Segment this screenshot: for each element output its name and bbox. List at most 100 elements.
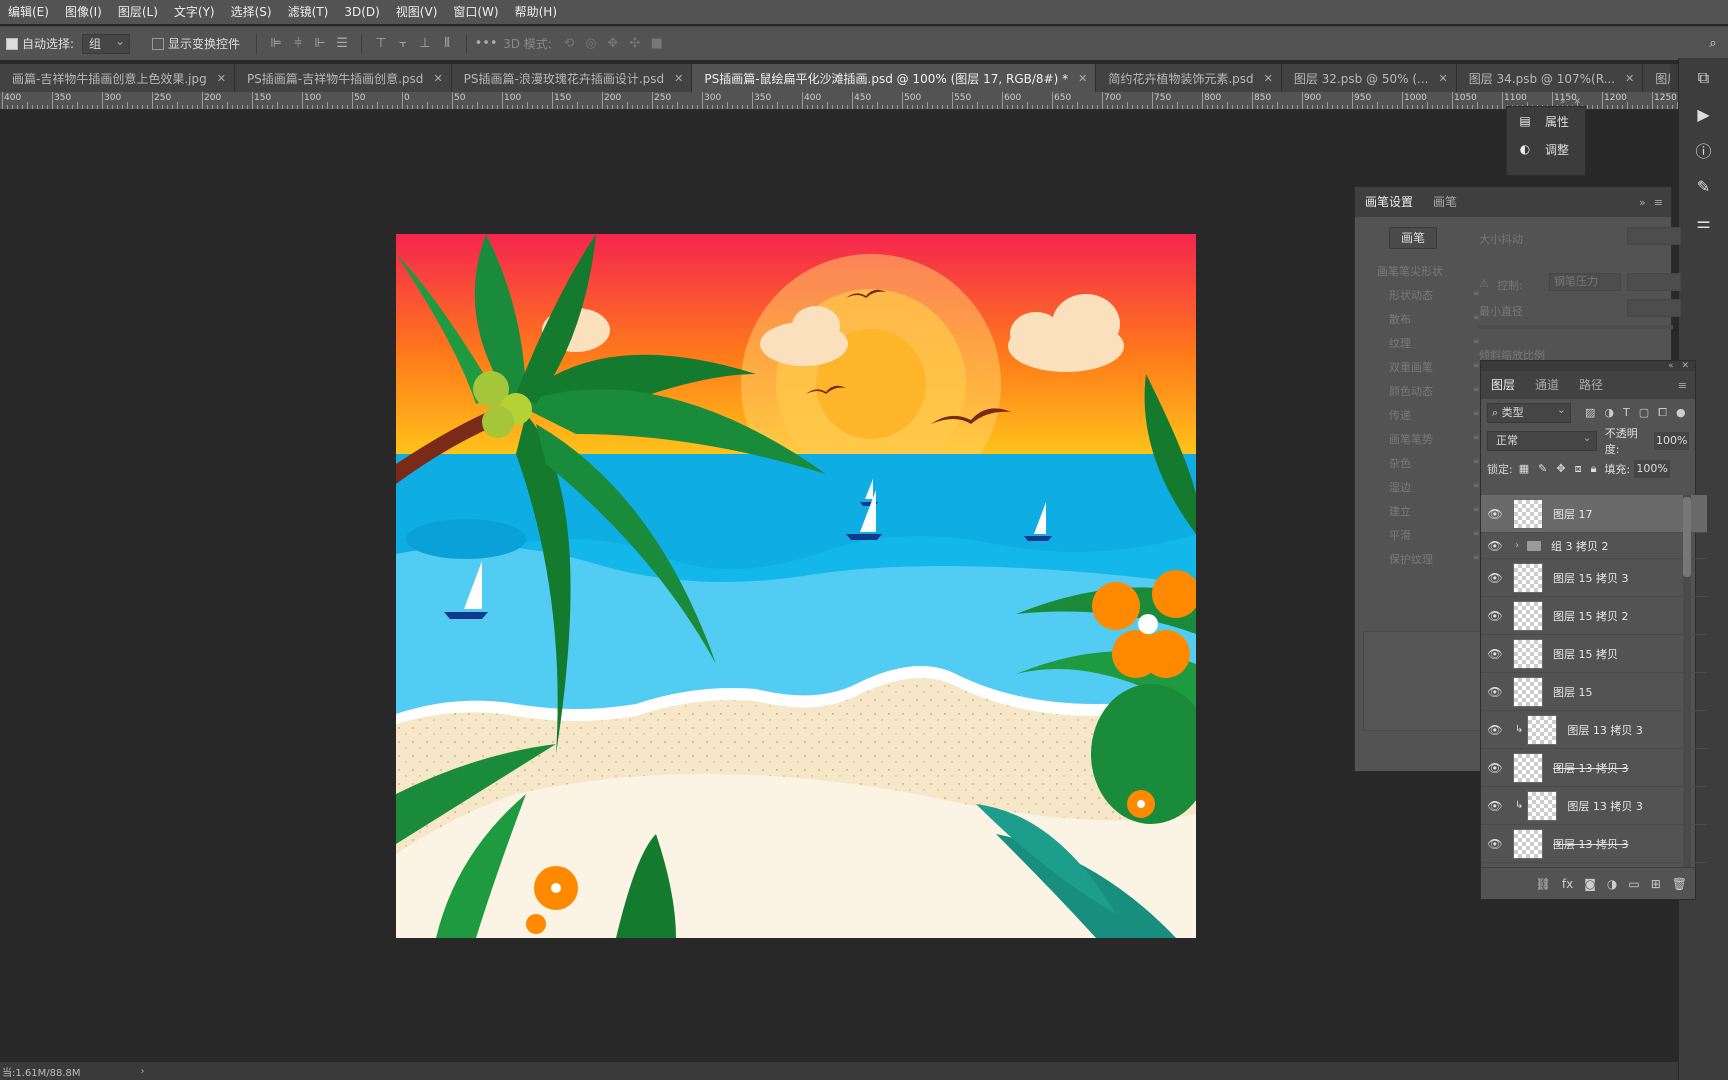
close-tab-icon[interactable]: ✕: [674, 72, 683, 85]
link-layers-icon[interactable]: ⛓: [1536, 877, 1551, 891]
visibility-eye-icon[interactable]: 👁︎: [1481, 761, 1509, 775]
menu-item[interactable]: 3D(D): [336, 0, 387, 24]
close-tab-icon[interactable]: ✕: [433, 72, 442, 85]
info-icon[interactable]: ⓘ: [1684, 134, 1724, 166]
layer-thumbnail[interactable]: [1513, 562, 1543, 593]
layer-name[interactable]: 图层 13 拷贝 3: [1567, 798, 1643, 814]
layer-name[interactable]: 图层 13 拷贝 3: [1553, 760, 1629, 776]
3d-rotate-icon[interactable]: ⟲: [558, 34, 580, 54]
layer-thumbnail[interactable]: [1513, 828, 1543, 859]
brush-option[interactable]: 双重画笔 🔒︎: [1389, 359, 1479, 375]
tab-paths[interactable]: 路径: [1569, 370, 1613, 400]
layer-thumbnail[interactable]: [1513, 600, 1543, 631]
layer-name[interactable]: 图层 13 拷贝 3: [1553, 836, 1629, 852]
canvas[interactable]: [396, 234, 1196, 938]
layer-scrollbar[interactable]: [1683, 495, 1691, 867]
lock-icon[interactable]: 🔒︎: [1474, 455, 1479, 471]
lock-position-icon[interactable]: ✥: [1556, 462, 1565, 476]
visibility-eye-icon[interactable]: 👁︎: [1481, 647, 1509, 661]
filter-shape-icon[interactable]: ▢: [1639, 406, 1649, 420]
brush-option[interactable]: 颜色动态 🔒︎: [1389, 383, 1479, 399]
document-tab[interactable]: 图层 32.psb @ 50% (... ✕: [1281, 64, 1457, 92]
layer-thumbnail[interactable]: [1513, 676, 1543, 707]
new-layer-icon[interactable]: ⊞: [1651, 877, 1661, 891]
sliders-icon[interactable]: ⚌: [1684, 206, 1724, 238]
document-tab[interactable]: PS插画篇-浪漫玫瑰花卉插画设计.psd ✕: [451, 64, 693, 92]
play-icon[interactable]: ▶: [1684, 98, 1724, 130]
brush-option[interactable]: 纹理 🔒︎: [1389, 335, 1479, 351]
menu-item[interactable]: 编辑(E): [0, 0, 57, 24]
brush-option[interactable]: 保护纹理 🔒︎: [1389, 551, 1479, 567]
lock-transparent-icon[interactable]: ▦: [1519, 462, 1529, 476]
document-tab[interactable]: 图层 34.psb @ 107%(R... ✕: [1456, 64, 1644, 92]
lock-icon[interactable]: 🔒︎: [1474, 527, 1479, 543]
lock-paint-icon[interactable]: ✎: [1538, 462, 1547, 476]
filter-pixel-icon[interactable]: ▨: [1585, 406, 1595, 420]
document-tab[interactable]: PS插画篇-吉祥物牛插画创意.psd ✕: [234, 64, 452, 92]
3d-slide-icon[interactable]: ✣: [624, 34, 646, 54]
layer-name[interactable]: 图层 15: [1553, 684, 1593, 700]
control-dropdown[interactable]: 钢笔压力: [1549, 273, 1621, 291]
layer-row[interactable]: 👁︎ 图层 15 拷贝 2: [1481, 597, 1707, 635]
adjustment-layer-icon[interactable]: ◑: [1607, 877, 1617, 891]
close-icon[interactable]: ✕: [1573, 97, 1581, 107]
auto-select-dropdown[interactable]: 组: [82, 32, 131, 54]
layer-row[interactable]: 👁︎ 图层 17: [1481, 495, 1707, 533]
control-value-field[interactable]: [1627, 273, 1681, 291]
brush-option[interactable]: 形状动态 🔒︎: [1389, 287, 1479, 303]
filter-adjustment-icon[interactable]: ◑: [1604, 406, 1614, 420]
scrollbar-thumb[interactable]: [1683, 497, 1691, 577]
align-center-icon[interactable]: ⫩: [287, 34, 309, 54]
layer-thumbnail[interactable]: [1527, 714, 1558, 745]
close-tab-icon[interactable]: ✕: [1439, 72, 1448, 85]
brush-tip-shape[interactable]: 画笔笔尖形状: [1377, 263, 1467, 279]
brush-option[interactable]: 湿边 🔒︎: [1389, 479, 1479, 495]
3d-scale-icon[interactable]: ■: [646, 34, 668, 54]
distribute-icon[interactable]: ☰: [331, 34, 353, 54]
tab-channels[interactable]: 通道: [1525, 370, 1569, 400]
search-icon[interactable]: ⌕: [1702, 34, 1724, 54]
add-mask-icon[interactable]: ◙: [1584, 877, 1596, 891]
visibility-eye-icon[interactable]: 👁︎: [1481, 609, 1509, 623]
layer-row[interactable]: 👁︎ 图层 15 拷贝 3: [1481, 559, 1707, 597]
brush-option[interactable]: 建立 🔒︎: [1389, 503, 1479, 519]
3d-roll-icon[interactable]: ◎: [580, 34, 602, 54]
align-middle-icon[interactable]: ⫟: [392, 34, 414, 54]
close-icon[interactable]: ✕: [1681, 361, 1689, 371]
menu-item[interactable]: 文字(Y): [166, 0, 223, 24]
show-transform-checkbox[interactable]: [152, 37, 165, 50]
min-diameter-slider[interactable]: [1479, 325, 1673, 329]
close-tab-icon[interactable]: ✕: [1264, 72, 1273, 85]
tab-layers[interactable]: 图层: [1481, 370, 1525, 400]
new-group-icon[interactable]: ▭: [1628, 877, 1639, 891]
layer-row[interactable]: 👁︎ 图层 13 拷贝 3: [1481, 825, 1707, 863]
layer-name[interactable]: 图层 15 拷贝 2: [1553, 608, 1629, 624]
align-left-icon[interactable]: ⊫: [265, 34, 287, 54]
brush-option[interactable]: 杂色 🔒︎: [1389, 455, 1479, 471]
lock-icon[interactable]: 🔒︎: [1474, 407, 1479, 423]
layer-thumbnail[interactable]: [1513, 752, 1543, 783]
menu-item[interactable]: 选择(S): [223, 0, 280, 24]
close-tab-icon[interactable]: ✕: [1625, 72, 1634, 85]
layer-name[interactable]: 组 3 拷贝 2: [1551, 538, 1609, 554]
layer-row[interactable]: 👁︎ 图层 15: [1481, 673, 1707, 711]
menu-item[interactable]: 视图(V): [388, 0, 446, 24]
layer-filter-dropdown[interactable]: ⌕ 类型: [1487, 401, 1571, 423]
adjustments-button[interactable]: ◐ 调整: [1507, 135, 1585, 163]
menu-item[interactable]: 窗口(W): [445, 0, 506, 24]
visibility-eye-icon[interactable]: 👁︎: [1481, 685, 1509, 699]
more-options-icon[interactable]: •••: [475, 34, 498, 54]
tab-brush-settings[interactable]: 画笔设置: [1355, 187, 1423, 217]
lock-icon[interactable]: 🔒︎: [1474, 479, 1479, 495]
align-top-icon[interactable]: ⊤: [370, 34, 392, 54]
expand-icon[interactable]: »: [1560, 97, 1566, 107]
auto-select-checkbox[interactable]: [6, 37, 18, 50]
brush-option[interactable]: 散布 🔒︎: [1389, 311, 1479, 327]
size-jitter-field[interactable]: [1627, 227, 1681, 245]
layer-name[interactable]: 图层 15 拷贝: [1553, 646, 1618, 662]
collapse-icon[interactable]: »: [1639, 196, 1646, 209]
brush-option[interactable]: 画笔笔势 🔒︎: [1389, 431, 1479, 447]
layer-row[interactable]: 👁︎ ↳ 图层 13 拷贝 3: [1481, 711, 1707, 749]
min-diameter-field[interactable]: [1627, 299, 1681, 317]
history-icon[interactable]: ⧉: [1684, 62, 1724, 94]
